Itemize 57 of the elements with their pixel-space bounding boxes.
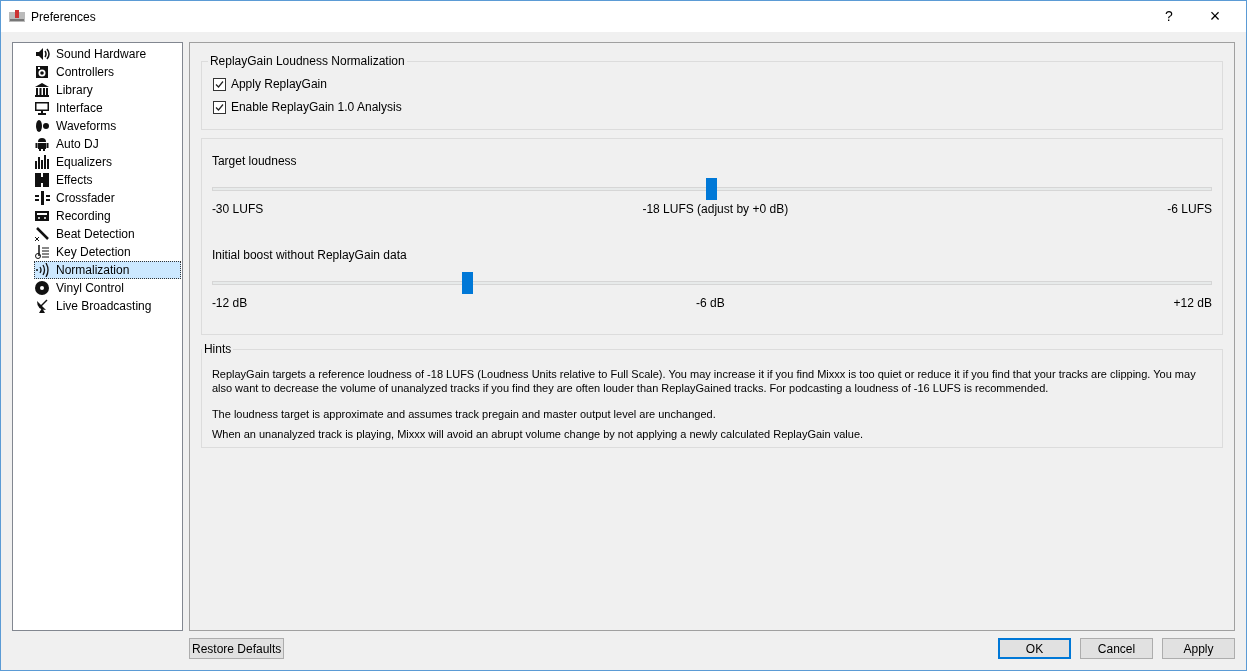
- slider-label: Target loudness: [211, 154, 298, 168]
- slider-label: Initial boost without ReplayGain data: [211, 248, 408, 262]
- robot-icon: [35, 137, 50, 151]
- dialog-button[interactable]: Apply: [1162, 638, 1235, 659]
- slider-min-label: -30 LUFS: [211, 202, 264, 216]
- dialog-button[interactable]: OK: [998, 638, 1071, 659]
- crossfader-icon: [35, 191, 50, 205]
- satellite-dish-icon: [35, 299, 50, 313]
- hint-paragraph: The loudness target is approximate and assumes track pregain and master output level are unchanged.: [211, 407, 717, 421]
- sidebar-item[interactable]: Recording: [34, 207, 181, 225]
- speaker-box-icon: [35, 65, 50, 79]
- wand-icon: [35, 227, 50, 241]
- sidebar-item[interactable]: Effects: [34, 171, 181, 189]
- music-notes-icon: [35, 245, 50, 259]
- close-button[interactable]: ×: [1192, 1, 1238, 32]
- hint-paragraph: When an unanalyzed track is playing, Mixxx will avoid an abrupt volume change by not applying a newly calculated ReplayGain value.: [211, 427, 865, 441]
- monitor-icon: [35, 101, 50, 115]
- dialog-button[interactable]: Cancel: [1080, 638, 1153, 659]
- slider-value-label: -6 dB: [696, 296, 725, 310]
- hint-paragraph: ReplayGain targets a reference loudness of -18 LUFS (Loudness Units relative to Full Scale). You may increase it if you find Mixxx is too quiet or reduce it if you find that your tracks are clipping. You may also want to decrease the volume of unanalyzed tracks if you find they are often louder than ReplayGained tracks. For podcasting a loudness of -16 LUFS is recommended.: [211, 367, 1197, 395]
- sidebar-item[interactable]: Waveforms: [34, 117, 181, 135]
- group-title: ReplayGain Loudness Normalization: [207, 53, 407, 69]
- sidebar-item[interactable]: Library: [34, 81, 181, 99]
- slider-max-label: -6 LUFS: [1167, 202, 1212, 216]
- sidebar-item[interactable]: Normalization: [34, 261, 181, 279]
- sidebar-item[interactable]: Key Detection: [34, 243, 181, 261]
- sidebar-item[interactable]: Live Broadcasting: [34, 297, 181, 315]
- sidebar-item[interactable]: Sound Hardware: [34, 45, 181, 63]
- waveform-icon: [35, 119, 50, 133]
- sidebar-item[interactable]: Equalizers: [34, 153, 181, 171]
- speaker-icon: [35, 47, 50, 61]
- building-icon: [35, 83, 50, 97]
- slider-max-label: +12 dB: [1173, 296, 1212, 310]
- restore-defaults-button[interactable]: Restore Defaults: [189, 638, 285, 659]
- sound-waves-icon: [35, 263, 50, 277]
- slider-thumb[interactable]: [462, 272, 474, 294]
- cassette-icon: [35, 209, 50, 223]
- sidebar-item[interactable]: Vinyl Control: [34, 279, 181, 297]
- sidebar-item[interactable]: Controllers: [34, 63, 181, 81]
- disc-icon: [35, 281, 50, 295]
- sidebar-item[interactable]: Crossfader: [34, 189, 181, 207]
- window-title: Preferences: [31, 8, 96, 26]
- sidebar-item[interactable]: Interface: [34, 99, 181, 117]
- sidebar-item[interactable]: Beat Detection: [34, 225, 181, 243]
- help-button[interactable]: ?: [1146, 1, 1192, 32]
- sidebar-item[interactable]: Auto DJ: [34, 135, 181, 153]
- app-icon: [9, 9, 25, 24]
- slider-thumb[interactable]: [706, 178, 718, 200]
- checkbox-option[interactable]: Apply ReplayGain: [212, 75, 1222, 93]
- checkbox[interactable]: [212, 77, 226, 91]
- equalizer-icon: [35, 155, 50, 169]
- slider-track[interactable]: [211, 272, 1212, 294]
- slider-track[interactable]: [211, 178, 1212, 200]
- checkbox-option[interactable]: Enable ReplayGain 1.0 Analysis: [212, 98, 1222, 116]
- slider-min-label: -12 dB: [211, 296, 248, 310]
- slider-value-label: -18 LUFS (adjust by +0 dB): [642, 202, 789, 216]
- checkbox[interactable]: [212, 100, 226, 114]
